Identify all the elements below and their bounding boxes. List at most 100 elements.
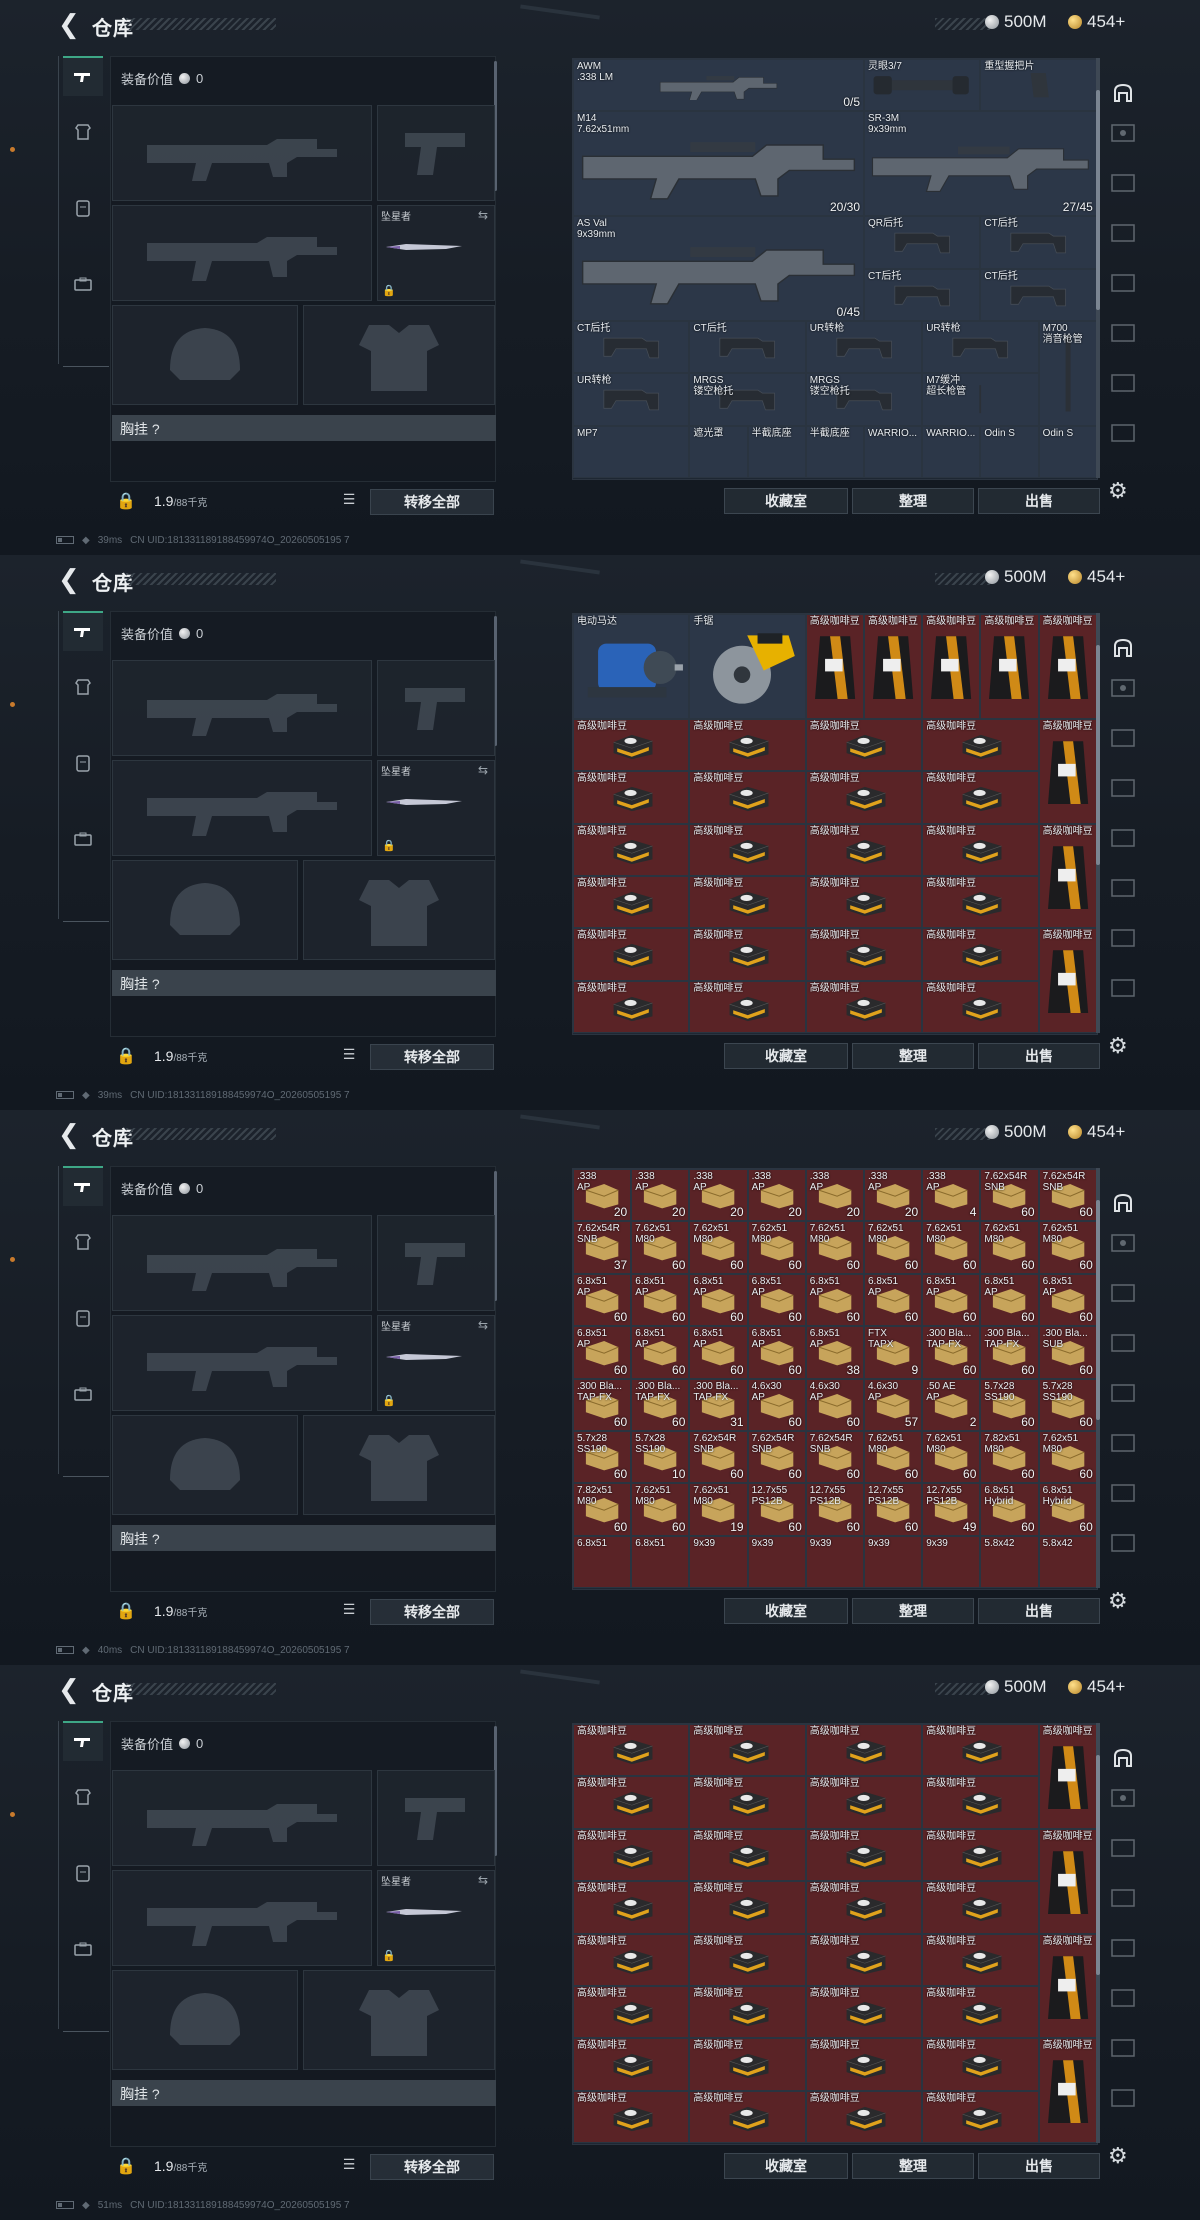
inventory-item[interactable]: 5.7x28 SS190 60 <box>573 1431 632 1484</box>
inventory-item[interactable]: 高级咖啡豆 <box>805 771 923 824</box>
inventory-item[interactable]: CT后托 <box>689 321 806 374</box>
storage-tab-icon[interactable] <box>1108 2033 1138 2063</box>
inventory-item[interactable]: UR转枪 <box>922 321 1039 374</box>
inventory-item[interactable]: 7.62x51 M80 60 <box>805 1221 864 1274</box>
inventory-item[interactable]: 高级咖啡豆 <box>922 876 1039 929</box>
inventory-item[interactable]: 7.62x54R SNB 60 <box>747 1431 806 1484</box>
inventory-item[interactable]: 7.62x51 M80 60 <box>864 1431 923 1484</box>
inventory-item[interactable]: 高级咖啡豆 <box>689 1933 806 1986</box>
inventory-item[interactable]: 高级咖啡豆 <box>689 980 806 1034</box>
grid-scrollbar-thumb[interactable] <box>1096 1200 1100 1420</box>
inventory-item[interactable]: 4.6x30 AP 60 <box>747 1378 806 1431</box>
inventory-item[interactable]: .300 Bla... SUB 60 <box>1038 1326 1097 1379</box>
inventory-item[interactable]: 重型握把片 <box>980 59 1097 112</box>
inventory-item[interactable]: 高级咖啡豆 <box>805 1986 923 2039</box>
list-icon[interactable]: ☰ <box>338 1046 360 1066</box>
storage-tab-icon[interactable] <box>1108 633 1138 663</box>
storage-tab-icon[interactable] <box>1108 773 1138 803</box>
inventory-item[interactable]: 6.8x51 <box>631 1535 690 1589</box>
helmet-slot[interactable] <box>112 1970 298 2070</box>
inventory-item[interactable]: 半截底座 <box>805 425 864 479</box>
chest-rig-slot[interactable]: 胸挂 ? <box>112 970 496 996</box>
inventory-item[interactable]: 6.8x51 AP 60 <box>805 1273 864 1327</box>
melee-slot[interactable]: 坠星者 ⇆ 🔒 <box>377 1315 495 1411</box>
inventory-item[interactable]: 高级咖啡豆 <box>689 2090 806 2144</box>
chest-rig-slot[interactable]: 胸挂 ? <box>112 1525 496 1551</box>
inventory-item[interactable]: UR转枪 <box>805 321 923 374</box>
inventory-item[interactable]: 高级咖啡豆 <box>573 771 690 824</box>
storage-tab-icon[interactable] <box>1108 1328 1138 1358</box>
storage-tab-icon[interactable] <box>1108 1933 1138 1963</box>
inventory-item[interactable]: FTX TAPX 9 <box>864 1326 923 1379</box>
gold-currency[interactable]: 454+ <box>1068 567 1125 587</box>
armor-slot[interactable] <box>303 1415 495 1515</box>
inventory-item[interactable]: 5.8x42 <box>980 1535 1039 1589</box>
sell-button[interactable]: 出售 <box>978 2153 1100 2179</box>
transfer-all-button[interactable]: 转移全部 <box>370 1044 494 1070</box>
storage-tab-icon[interactable] <box>1108 318 1138 348</box>
storage-tab-icon[interactable] <box>1108 218 1138 248</box>
inventory-item[interactable]: 高级咖啡豆 <box>573 2090 690 2144</box>
pistol-slot[interactable] <box>377 1770 495 1866</box>
inventory-item[interactable]: .50 AE AP 2 <box>922 1378 981 1431</box>
storage-tab-icon[interactable] <box>1108 1743 1138 1773</box>
storage-tab-icon[interactable] <box>1108 78 1138 108</box>
inventory-item[interactable]: WARRIO... <box>864 425 923 479</box>
inventory-item[interactable]: M700 消音枪管 <box>1038 321 1097 426</box>
swap-icon[interactable]: ⇆ <box>478 1318 488 1332</box>
vest-tab-icon[interactable] <box>63 743 103 783</box>
inventory-item[interactable]: 高级咖啡豆 <box>689 876 806 929</box>
transfer-all-button[interactable]: 转移全部 <box>370 2154 494 2180</box>
primary-weapon-slot[interactable] <box>112 660 372 756</box>
storage-tab-icon[interactable] <box>1108 1883 1138 1913</box>
vest-tab-icon[interactable] <box>63 1853 103 1893</box>
inventory-item[interactable]: 高级咖啡豆 <box>922 2038 1039 2091</box>
inventory-item[interactable]: 高级咖啡豆 <box>805 980 923 1034</box>
storage-tab-icon[interactable] <box>1108 2083 1138 2113</box>
inventory-item[interactable]: 7.62x51 M80 60 <box>922 1221 981 1274</box>
sell-button[interactable]: 出售 <box>978 488 1100 514</box>
grid-scrollbar-thumb[interactable] <box>1096 645 1100 865</box>
secondary-weapon-slot[interactable] <box>112 1870 372 1966</box>
inventory-item[interactable]: 高级咖啡豆 <box>1038 614 1097 719</box>
melee-slot[interactable]: 坠星者 ⇆ 🔒 <box>377 1870 495 1966</box>
storage-tab-icon[interactable] <box>1108 1278 1138 1308</box>
inventory-item[interactable]: 高级咖啡豆 <box>689 718 806 772</box>
storage-tab-icon[interactable] <box>1108 1428 1138 1458</box>
primary-weapon-slot[interactable] <box>112 1770 372 1866</box>
inventory-item[interactable]: .338 AP 20 <box>864 1169 923 1222</box>
inventory-item[interactable]: 7.62x54R SNB 60 <box>980 1169 1039 1222</box>
inventory-item[interactable]: CT后托 <box>573 321 690 374</box>
inventory-item[interactable]: 高级咖啡豆 <box>922 2090 1039 2144</box>
lock-toggle-icon[interactable]: 🔒 <box>116 1601 136 1621</box>
inventory-item[interactable]: 6.8x51 AP 60 <box>922 1273 981 1327</box>
weapon-tab-icon[interactable] <box>63 611 103 651</box>
armor-tab-icon[interactable] <box>63 667 103 707</box>
inventory-item[interactable]: M14 7.62x51mm 20/30 <box>573 111 864 217</box>
inventory-item[interactable]: 高级咖啡豆 <box>573 718 690 772</box>
secondary-weapon-slot[interactable] <box>112 205 372 301</box>
inventory-item[interactable]: 高级咖啡豆 <box>573 980 690 1034</box>
collection-room-button[interactable]: 收藏室 <box>724 1598 848 1624</box>
settings-gear-icon[interactable]: ⚙ <box>1108 2143 1128 2169</box>
inventory-item[interactable]: 6.8x51 AP 38 <box>805 1326 864 1379</box>
armor-slot[interactable] <box>303 860 495 960</box>
chest-rig-slot[interactable]: 胸挂 ? <box>112 415 496 441</box>
inventory-item[interactable]: 高级咖啡豆 <box>573 1986 690 2039</box>
inventory-item[interactable]: 高级咖啡豆 <box>805 1881 923 1934</box>
storage-tab-icon[interactable] <box>1108 1983 1138 2013</box>
inventory-item[interactable]: 7.62x51 M80 60 <box>1038 1221 1097 1274</box>
inventory-item[interactable]: 高级咖啡豆 <box>689 1986 806 2039</box>
inventory-item[interactable]: 7.62x51 M80 60 <box>864 1221 923 1274</box>
inventory-item[interactable]: 4.6x30 AP 60 <box>805 1378 864 1431</box>
inventory-item[interactable]: 高级咖啡豆 <box>922 1828 1039 1882</box>
storage-tab-icon[interactable] <box>1108 1478 1138 1508</box>
inventory-item[interactable]: 手锯 <box>689 614 806 719</box>
inventory-item[interactable]: WARRIO... <box>922 425 981 479</box>
inventory-item[interactable]: 高级咖啡豆 <box>922 718 1039 772</box>
helmet-slot[interactable] <box>112 1415 298 1515</box>
inventory-item[interactable]: M7缓冲 超长枪管 <box>922 373 1039 426</box>
inventory-item[interactable]: 高级咖啡豆 <box>805 614 864 719</box>
storage-tab-icon[interactable] <box>1108 973 1138 1003</box>
settings-gear-icon[interactable]: ⚙ <box>1108 1033 1128 1059</box>
